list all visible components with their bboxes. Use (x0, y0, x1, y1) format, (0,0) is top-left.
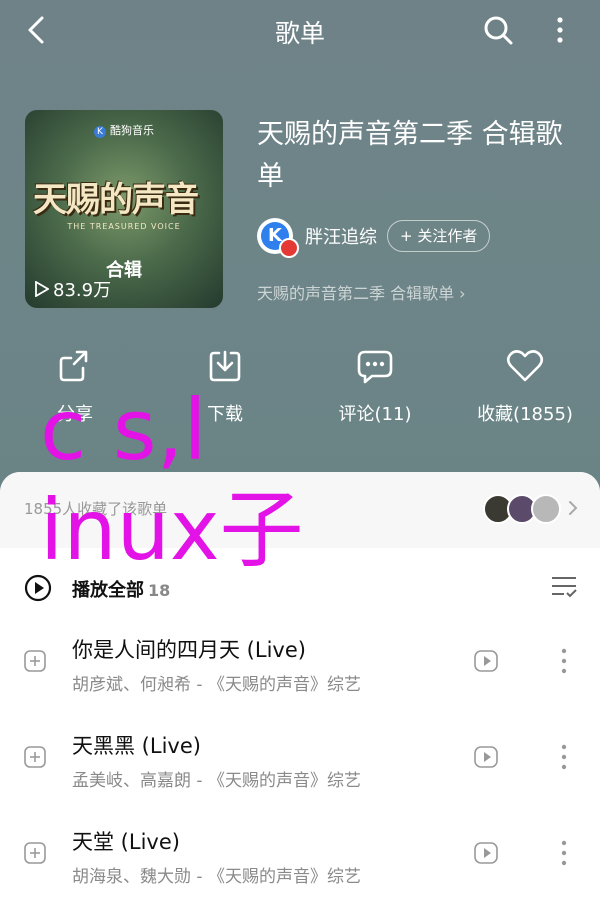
more-vertical-icon[interactable] (548, 14, 572, 46)
author-name[interactable]: 胖汪追综 (305, 223, 377, 249)
favorite-avatars (483, 494, 561, 524)
cover-show-title: 天赐的声音 (33, 180, 199, 220)
comment-icon (357, 350, 393, 384)
play-all-label: 播放全部 18 (72, 576, 170, 602)
cover-brand: K 酷狗音乐 (25, 122, 223, 138)
song-info: 孟美岐、高嘉朗 - 《天赐的声音》综艺 (72, 771, 361, 791)
favorite-button[interactable]: 收藏(1855) (450, 348, 600, 426)
song-count: 18 (148, 581, 171, 600)
favorites-text: 1855人收藏了该歌单 (24, 500, 168, 518)
share-icon (59, 350, 88, 382)
playlist-header: 歌单 K 酷狗音乐 天赐的声音 THE TREASURED VOICE 合辑 83… (0, 0, 600, 500)
more-vertical-icon[interactable] (560, 744, 568, 770)
list-item[interactable]: 天堂 (Live) 胡海泉、魏大勋 - 《天赐的声音》综艺 (0, 808, 600, 898)
song-title: 天堂 (Live) (72, 830, 180, 854)
playlist-cover[interactable]: K 酷狗音乐 天赐的声音 THE TREASURED VOICE 合辑 83.9万 (25, 110, 223, 308)
song-info: 胡海泉、魏大勋 - 《天赐的声音》综艺 (72, 867, 361, 887)
playlist-sub-link[interactable]: 天赐的声音第二季 合辑歌单 › (257, 280, 466, 304)
action-bar: 分享 下载 评论(11) 收藏(1855) (0, 348, 600, 438)
playlist-title: 天赐的声音第二季 合辑歌单 (257, 119, 563, 192)
follow-author-button[interactable]: + 关注作者 (387, 220, 491, 252)
download-label: 下载 (207, 404, 243, 425)
download-button[interactable]: 下载 (150, 348, 300, 426)
mv-play-icon[interactable] (474, 650, 498, 672)
cover-brand-text: 酷狗音乐 (110, 124, 154, 137)
play-circle-icon[interactable] (24, 574, 52, 602)
share-label: 分享 (57, 404, 93, 425)
chevron-right-icon (569, 501, 578, 515)
cover-show-subtitle: THE TREASURED VOICE (67, 222, 181, 231)
list-manage-icon[interactable] (550, 574, 578, 600)
mv-play-icon[interactable] (474, 842, 498, 864)
avatar[interactable]: K (257, 218, 299, 258)
play-all-text: 播放全部 (72, 580, 144, 601)
avatar (531, 494, 561, 524)
add-to-playlist-icon[interactable] (24, 842, 46, 864)
play-outline-icon (35, 281, 49, 297)
song-info: 胡彦斌、何昶希 - 《天赐的声音》综艺 (72, 675, 361, 695)
brand-logo-icon: K (94, 126, 106, 138)
song-list-panel: 1855人收藏了该歌单 播放全部 18 你是人间的四月天 (Live) 胡彦斌、何 (0, 472, 600, 922)
list-item[interactable]: 你是人间的四月天 (Live) 胡彦斌、何昶希 - 《天赐的声音》综艺 (0, 616, 600, 706)
comment-button[interactable]: 评论(11) (300, 348, 450, 426)
song-title: 你是人间的四月天 (Live) (72, 638, 306, 662)
more-vertical-icon[interactable] (560, 648, 568, 674)
favorites-row[interactable]: 1855人收藏了该歌单 (0, 472, 600, 548)
more-vertical-icon[interactable] (560, 840, 568, 866)
add-to-playlist-icon[interactable] (24, 650, 46, 672)
search-icon[interactable] (482, 14, 514, 46)
author-row: K 胖汪追综 + 关注作者 (257, 218, 491, 258)
comment-label: 评论(11) (338, 404, 412, 425)
list-item[interactable]: 天黑黑 (Live) 孟美岐、高嘉朗 - 《天赐的声音》综艺 (0, 712, 600, 802)
share-button[interactable]: 分享 (0, 348, 150, 426)
heart-icon (506, 350, 544, 382)
mv-play-icon[interactable] (474, 746, 498, 768)
play-count: 83.9万 (35, 276, 111, 302)
favorite-label: 收藏(1855) (477, 404, 573, 425)
nav-bar: 歌单 (0, 0, 600, 60)
add-to-playlist-icon[interactable] (24, 746, 46, 768)
download-icon (209, 350, 241, 382)
play-all-row[interactable]: 播放全部 18 (0, 566, 600, 612)
play-count-value: 83.9万 (53, 280, 112, 301)
song-title: 天黑黑 (Live) (72, 734, 201, 758)
verified-badge-icon (279, 238, 299, 258)
